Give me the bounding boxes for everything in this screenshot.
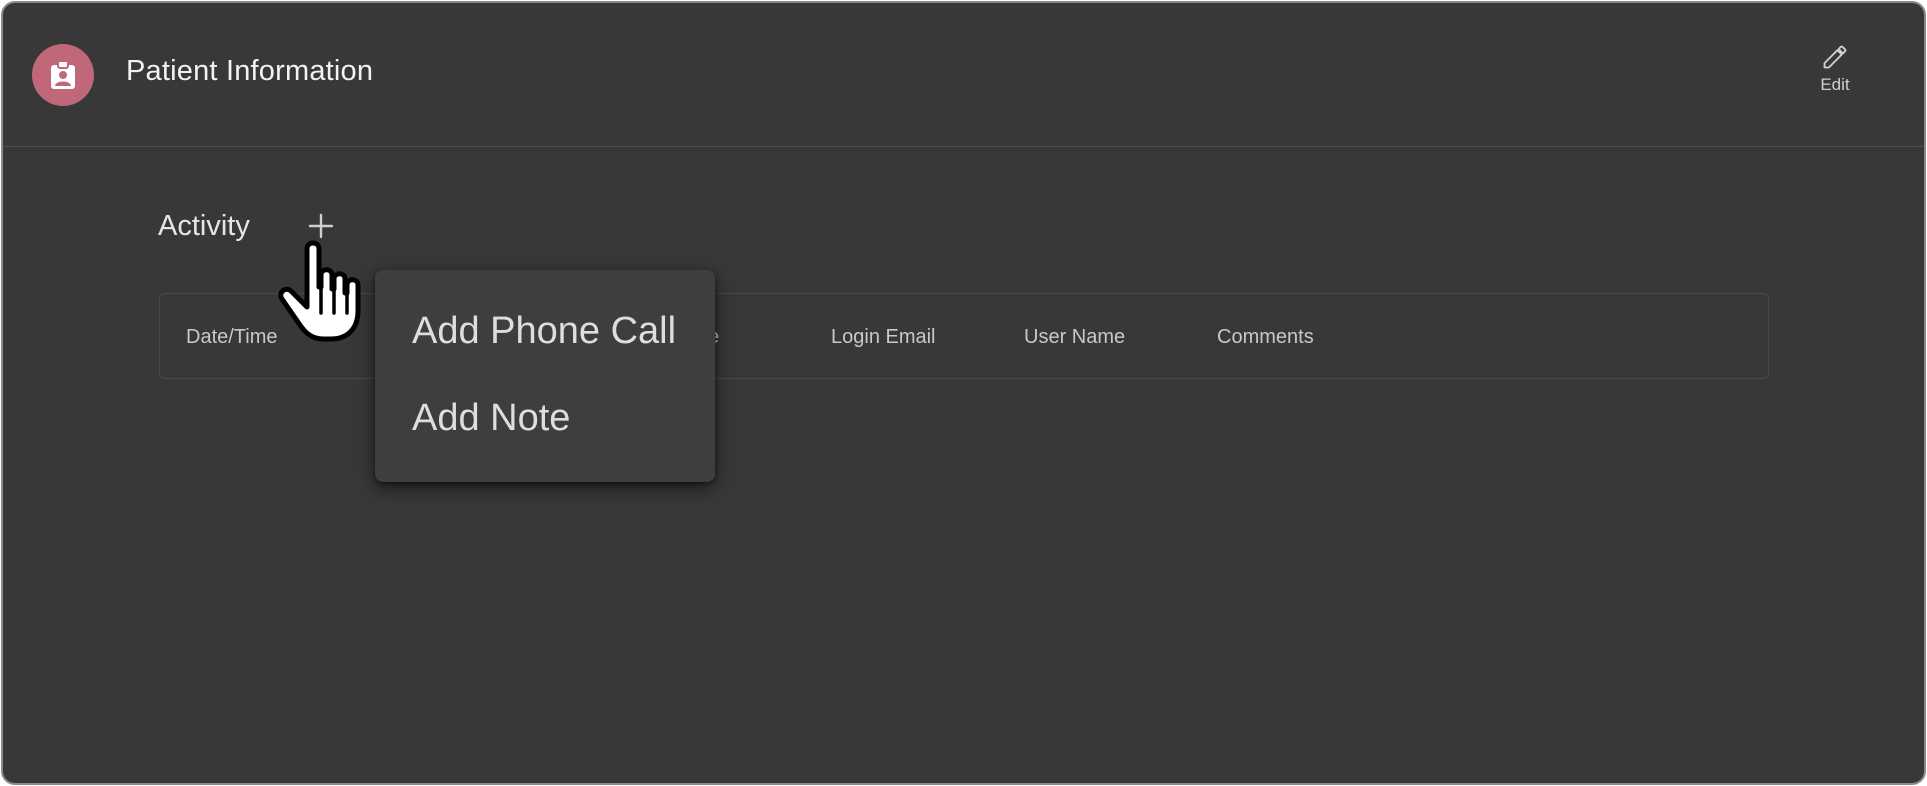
column-header-date-time[interactable]: Date/Time <box>186 326 278 349</box>
hand-pointer-icon <box>278 240 361 342</box>
edit-button[interactable]: Edit <box>1803 43 1867 107</box>
plus-icon <box>308 213 334 239</box>
column-header-user-name[interactable]: User Name <box>1024 326 1125 349</box>
column-header-comments[interactable]: Comments <box>1217 326 1314 349</box>
pencil-icon <box>1823 45 1847 69</box>
panel-header: Patient Information Edit <box>3 3 1924 147</box>
edit-label: Edit <box>1820 75 1850 94</box>
menu-item-add-phone-call[interactable]: Add Phone Call <box>412 310 676 353</box>
column-header-login-email[interactable]: Login Email <box>831 326 936 349</box>
page-title: Patient Information <box>126 55 374 87</box>
menu-item-add-note[interactable]: Add Note <box>412 397 570 440</box>
add-activity-menu: Add Phone Call Add Note <box>375 270 715 482</box>
patient-information-panel: Patient Information Edit Activity Date/T… <box>1 1 1926 785</box>
activity-title: Activity <box>158 210 250 242</box>
add-activity-button[interactable] <box>305 210 337 242</box>
clipboard-account-icon <box>32 44 94 106</box>
clipboard-account-glyph <box>51 60 75 89</box>
